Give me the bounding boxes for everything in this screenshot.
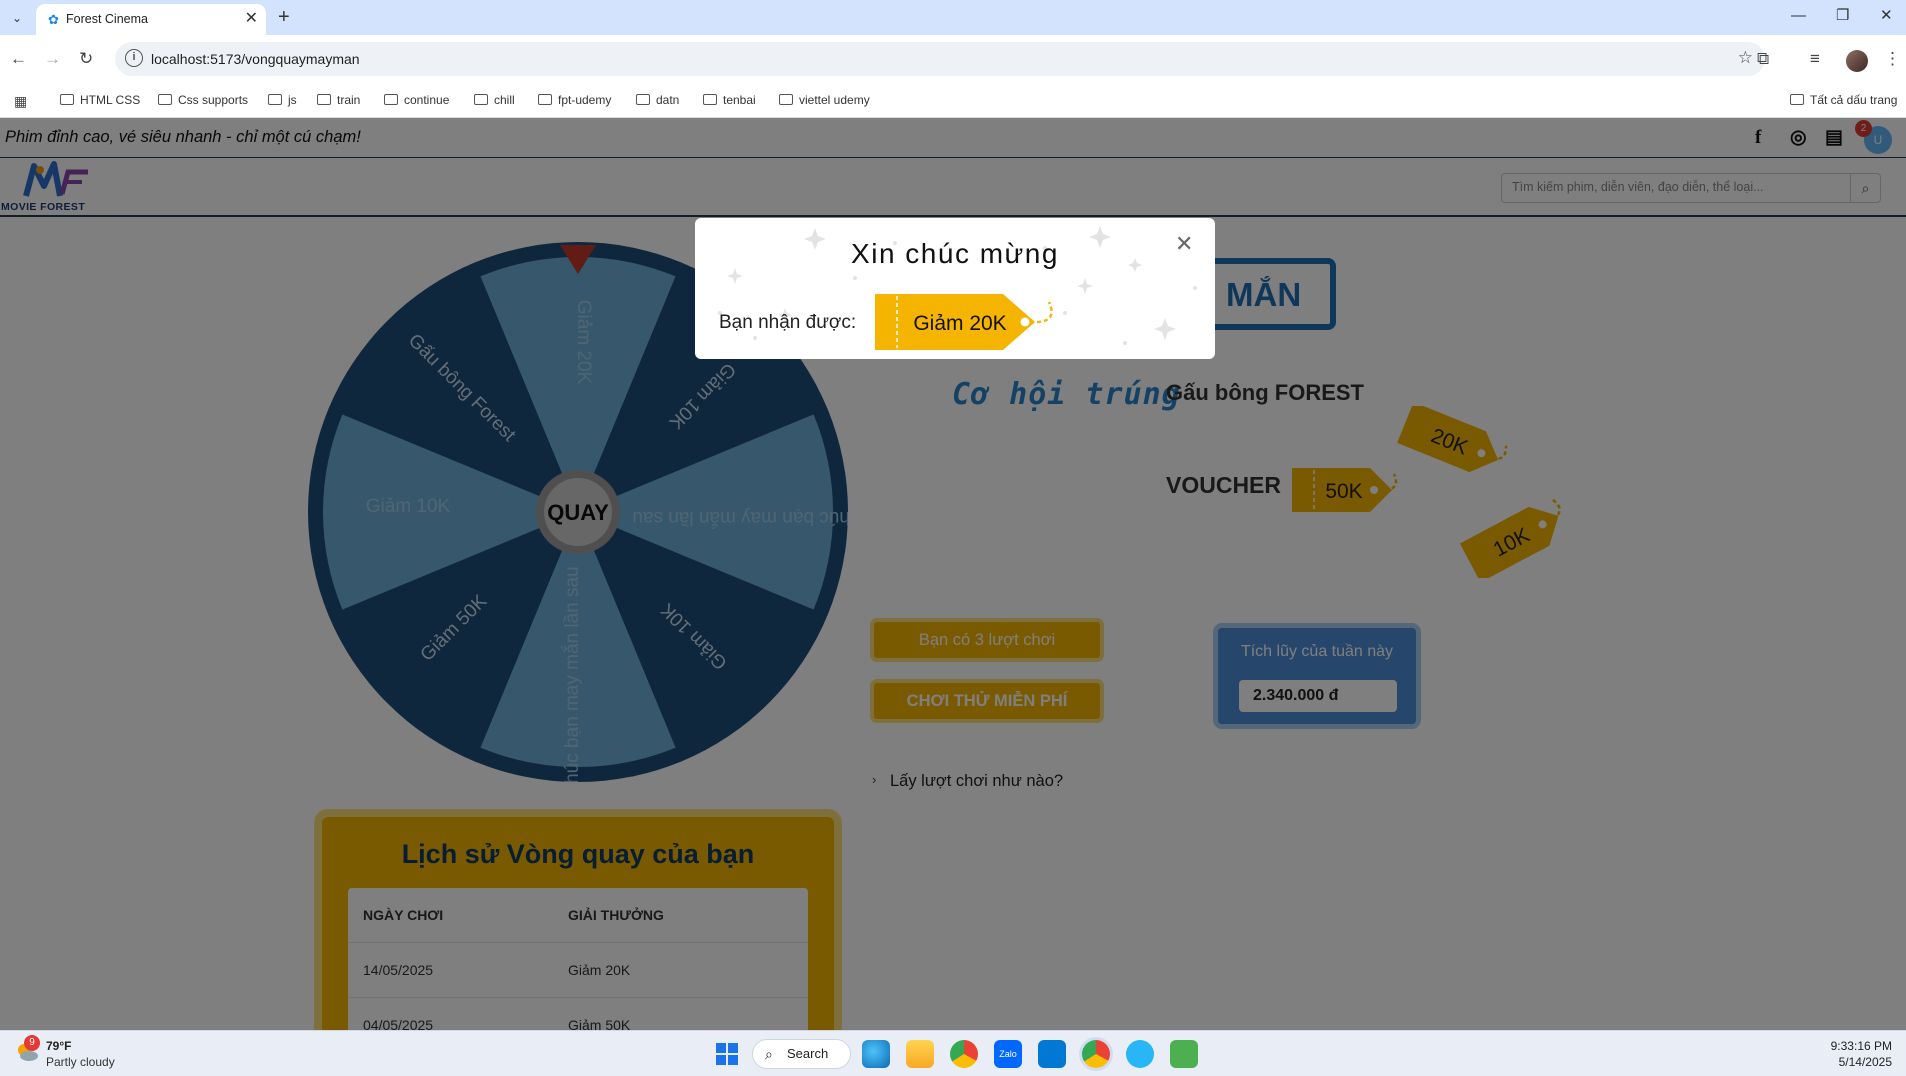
chrome-active-icon[interactable]: [1082, 1040, 1110, 1068]
clock-time: 9:33:16 PM: [1830, 1039, 1892, 1053]
zalo-icon[interactable]: Zalo: [994, 1040, 1022, 1068]
folder-icon: [703, 94, 717, 105]
taskbar: 9 79°F Partly cloudy ⌕ Search Zalo 9:33:…: [0, 1030, 1906, 1076]
vscode-icon[interactable]: [1038, 1040, 1066, 1068]
forward-icon[interactable]: →: [44, 49, 61, 69]
chrome-icon[interactable]: [950, 1040, 978, 1068]
taskbar-search[interactable]: ⌕ Search: [752, 1039, 851, 1069]
weather-description[interactable]: Partly cloudy: [46, 1055, 115, 1069]
folder-icon: [158, 94, 172, 105]
bookmark-star-icon[interactable]: ☆: [1738, 48, 1753, 68]
folder-icon: [60, 94, 74, 105]
folder-icon: [474, 94, 488, 105]
bookmark-folder[interactable]: continue: [384, 93, 449, 107]
modal-title: Xin chúc mừng: [851, 238, 1059, 269]
weather-badge: 9: [24, 1035, 40, 1051]
edge-icon[interactable]: [862, 1040, 890, 1068]
extensions-icon[interactable]: ⧉: [1757, 49, 1769, 69]
restore-icon[interactable]: ❐: [1836, 6, 1849, 26]
start-icon[interactable]: [716, 1043, 738, 1065]
tab-forest-cinema[interactable]: ✿ Forest Cinema ✕: [36, 4, 266, 35]
bookmark-folder[interactable]: viettel udemy: [779, 93, 870, 107]
bookmark-folder[interactable]: HTML CSS: [60, 93, 140, 107]
close-window-icon[interactable]: ✕: [1880, 6, 1893, 26]
menu-icon[interactable]: ⋮: [1884, 49, 1901, 69]
bookmark-folder[interactable]: datn: [636, 93, 679, 107]
bookmark-folder[interactable]: tenbai: [703, 93, 756, 107]
clock[interactable]: 9:33:16 PM 5/14/2025: [1831, 1038, 1892, 1070]
terminal-app-icon[interactable]: [1170, 1040, 1198, 1068]
all-bookmarks[interactable]: Tất cả dấu trang: [1790, 93, 1897, 107]
media-icon[interactable]: ≡: [1810, 49, 1820, 69]
folder-icon: [268, 94, 282, 105]
tab-title: Forest Cinema: [66, 12, 148, 26]
profile-avatar[interactable]: [1846, 50, 1868, 72]
folder-icon: [779, 94, 793, 105]
bookmark-folder[interactable]: js: [268, 93, 297, 107]
close-icon[interactable]: ✕: [1175, 233, 1193, 255]
search-icon: ⌕: [765, 1046, 773, 1062]
prize-text: Giảm 20K: [913, 312, 1006, 335]
browser-toolbar: ← → ↻ i localhost:5173/vongquaymayman ☆ …: [0, 35, 1906, 85]
reload-icon[interactable]: ↻: [79, 49, 93, 69]
bookmark-folder[interactable]: fpt-udemy: [538, 93, 611, 107]
bookmarks-bar: ▦ HTML CSS Css supports js train continu…: [0, 85, 1906, 118]
folder-icon: [538, 94, 552, 105]
url-text[interactable]: localhost:5173/vongquaymayman: [151, 51, 360, 67]
new-tab-icon[interactable]: +: [278, 6, 290, 28]
prize-tag: Giảm 20K: [875, 294, 1053, 350]
bookmark-folder[interactable]: train: [317, 93, 360, 107]
folder-icon: [384, 94, 398, 105]
folder-icon: [317, 94, 331, 105]
weather-temperature[interactable]: 79°F: [46, 1039, 71, 1053]
close-tab-icon[interactable]: ✕: [245, 10, 258, 28]
folder-icon: [636, 94, 650, 105]
favicon-icon: ✿: [48, 12, 59, 27]
modal-label: Bạn nhận được:: [719, 312, 857, 333]
minimize-icon[interactable]: —: [1791, 6, 1806, 26]
folder-icon: [1790, 94, 1804, 105]
apps-grid-icon[interactable]: ▦: [14, 93, 27, 110]
address-bar[interactable]: i localhost:5173/vongquaymayman ☆: [115, 42, 1765, 76]
tab-strip: ⌄ ✿ Forest Cinema ✕ + — ❐ ✕: [0, 0, 1906, 35]
file-explorer-icon[interactable]: [906, 1040, 934, 1068]
back-icon[interactable]: ←: [10, 49, 27, 69]
congratulations-modal: Xin chúc mừng ✕ Bạn nhận được: Giảm 20K: [695, 218, 1215, 359]
bookmark-folder[interactable]: Css supports: [158, 93, 248, 107]
site-info-icon[interactable]: i: [125, 49, 143, 67]
tab-search-icon[interactable]: ⌄: [6, 7, 28, 29]
clock-date: 5/14/2025: [1838, 1055, 1892, 1069]
bookmark-folder[interactable]: chill: [474, 93, 515, 107]
app-icon[interactable]: [1126, 1040, 1154, 1068]
